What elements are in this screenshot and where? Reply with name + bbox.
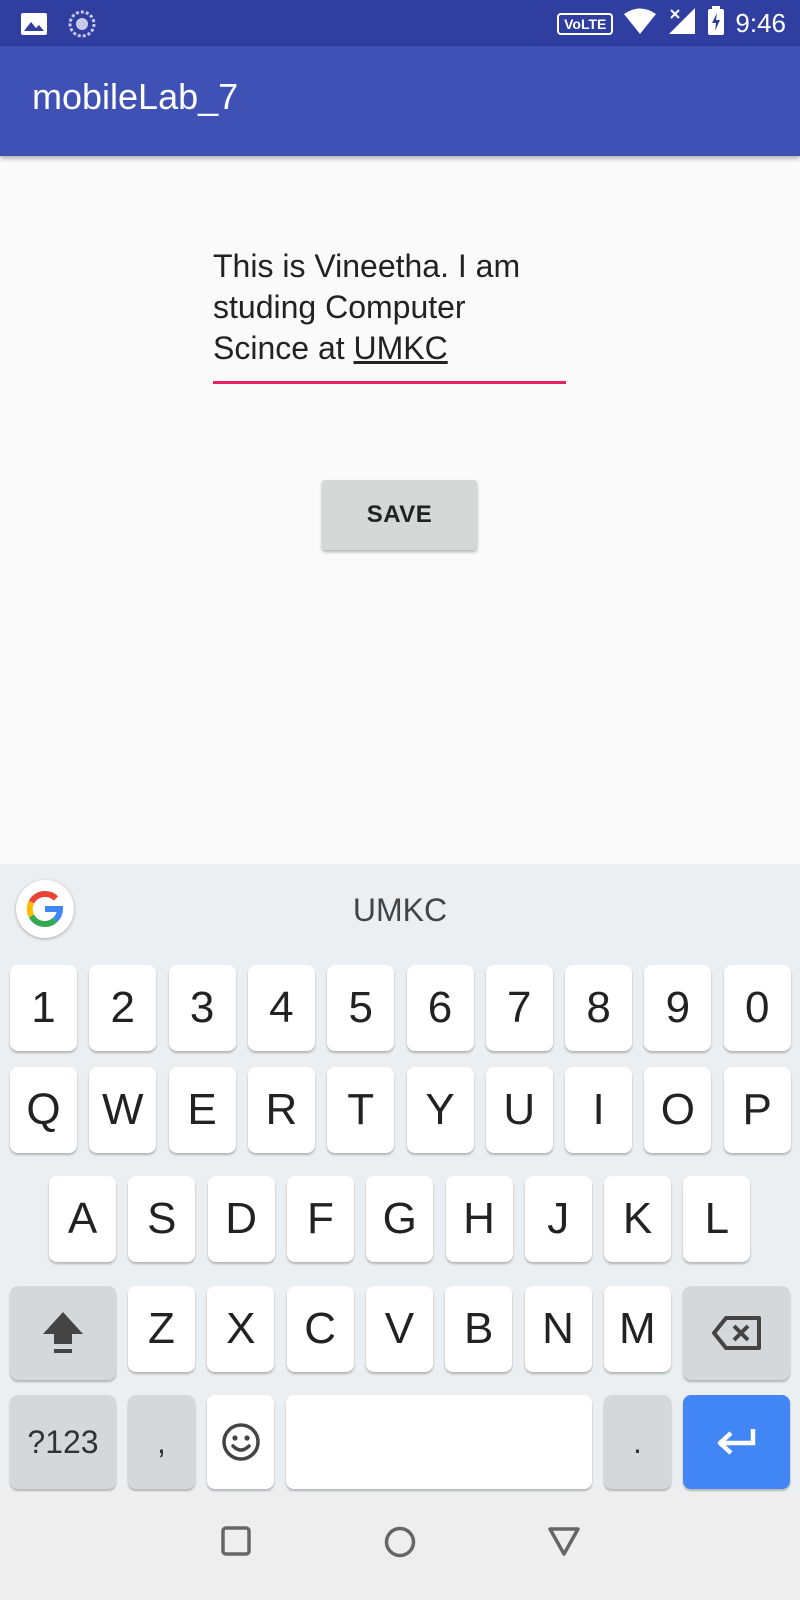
key-u[interactable]: U (485, 1067, 553, 1153)
navigation-bar (0, 1492, 800, 1600)
main-content: This is Vineetha. I am studing Computer … (0, 156, 800, 864)
key-f[interactable]: F (286, 1176, 354, 1262)
key-s[interactable]: S (128, 1176, 196, 1262)
text-line-3-prefix: Scince at (213, 330, 354, 366)
key-2[interactable]: 2 (89, 965, 157, 1051)
home-icon[interactable] (384, 1526, 416, 1558)
save-button[interactable]: SAVE (322, 480, 477, 550)
enter-icon (717, 1429, 755, 1455)
text-input[interactable]: This is Vineetha. I am studing Computer … (213, 246, 563, 369)
battery-icon (707, 6, 725, 41)
key-g[interactable]: G (366, 1176, 434, 1262)
key-0[interactable]: 0 (723, 965, 791, 1051)
key-9[interactable]: 9 (644, 965, 712, 1051)
key-e[interactable]: E (168, 1067, 236, 1153)
key-o[interactable]: O (644, 1067, 712, 1153)
comma-key[interactable]: , (128, 1395, 195, 1489)
back-icon[interactable] (547, 1526, 581, 1556)
volte-badge: VoLTE (557, 12, 614, 35)
key-v[interactable]: V (365, 1286, 433, 1372)
composing-word: UMKC (353, 330, 448, 366)
signal-icon (667, 6, 697, 41)
recents-icon[interactable] (221, 1526, 251, 1556)
wifi-icon (623, 7, 657, 40)
symbols-key[interactable]: ?123 (10, 1395, 116, 1489)
sync-icon (68, 10, 96, 43)
key-c[interactable]: C (286, 1286, 354, 1372)
image-icon (20, 12, 48, 41)
key-y[interactable]: Y (406, 1067, 474, 1153)
key-n[interactable]: N (524, 1286, 592, 1372)
enter-key[interactable] (683, 1395, 790, 1489)
key-b[interactable]: B (445, 1286, 513, 1372)
period-key[interactable]: . (604, 1395, 671, 1489)
key-i[interactable]: I (565, 1067, 633, 1153)
status-bar: VoLTE 9:46 (0, 0, 800, 46)
backspace-icon (711, 1316, 761, 1350)
soft-keyboard: UMKC ?123 , . 1234567890 QWERTYUIOP ASDFGH… (0, 864, 800, 1492)
text-line-3: Scince at UMKC (213, 328, 563, 369)
input-underline (213, 381, 566, 384)
key-z[interactable]: Z (128, 1286, 195, 1372)
shift-key[interactable] (10, 1286, 116, 1380)
key-5[interactable]: 5 (327, 965, 395, 1051)
app-title: mobileLab_7 (32, 76, 239, 117)
suggestion-chip[interactable]: UMKC (0, 892, 800, 929)
status-time: 9:46 (735, 8, 786, 38)
key-6[interactable]: 6 (406, 965, 474, 1051)
key-q[interactable]: Q (10, 1067, 77, 1153)
key-w[interactable]: W (89, 1067, 157, 1153)
key-d[interactable]: D (207, 1176, 275, 1262)
key-r[interactable]: R (247, 1067, 315, 1153)
key-k[interactable]: K (604, 1176, 672, 1262)
emoji-icon (221, 1423, 260, 1461)
shift-icon (43, 1312, 83, 1353)
key-8[interactable]: 8 (565, 965, 633, 1051)
app-bar: mobileLab_7 (0, 46, 800, 156)
key-j[interactable]: J (524, 1176, 592, 1262)
text-line-2: studing Computer (213, 289, 466, 325)
key-m[interactable]: M (603, 1286, 671, 1372)
text-line-1: This is Vineetha. I am (213, 248, 521, 284)
key-1[interactable]: 1 (10, 965, 77, 1051)
key-h[interactable]: H (445, 1176, 513, 1262)
key-p[interactable]: P (723, 1067, 791, 1153)
key-t[interactable]: T (327, 1067, 395, 1153)
key-3[interactable]: 3 (168, 965, 236, 1051)
emoji-key[interactable] (207, 1395, 274, 1489)
key-a[interactable]: A (49, 1176, 116, 1262)
space-key[interactable] (286, 1395, 592, 1489)
key-4[interactable]: 4 (247, 965, 315, 1051)
key-7[interactable]: 7 (485, 965, 553, 1051)
backspace-key[interactable] (683, 1286, 790, 1380)
key-l[interactable]: L (683, 1176, 751, 1262)
key-x[interactable]: X (207, 1286, 275, 1372)
